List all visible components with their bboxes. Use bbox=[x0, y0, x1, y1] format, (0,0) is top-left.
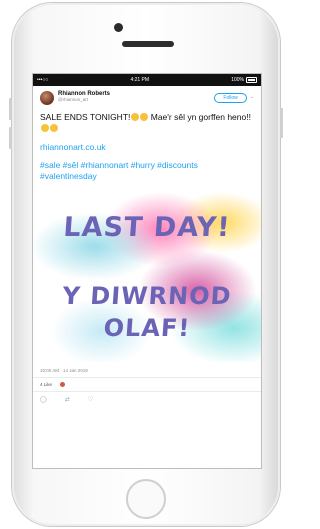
author[interactable]: Rhiannon Roberts @rhiannon_art bbox=[58, 91, 214, 103]
emoji-icon bbox=[50, 124, 58, 133]
tweet-image[interactable]: LAST DAY! Y DIWRNOD OLAF! bbox=[33, 192, 261, 363]
tweet-text-welsh: Mae'r sêl yn gorffen heno!! bbox=[148, 112, 251, 122]
emoji-icon bbox=[131, 113, 140, 121]
retweet-icon[interactable]: ⇄ bbox=[65, 396, 70, 403]
tweet-actions: ◯ ⇄ ♡ bbox=[40, 396, 254, 403]
volume-up-button bbox=[9, 98, 12, 120]
signal-indicator: •••○○ bbox=[37, 77, 49, 83]
earpiece-speaker bbox=[122, 41, 174, 47]
liker-avatar-icon bbox=[60, 382, 66, 388]
status-time: 4:21 PM bbox=[130, 77, 150, 83]
website-link[interactable]: rhiannonart.co.uk bbox=[40, 142, 254, 152]
divider bbox=[33, 377, 261, 379]
image-text-line1: LAST DAY! bbox=[62, 212, 232, 244]
volume-down-button bbox=[9, 127, 12, 149]
like-icon[interactable]: ♡ bbox=[88, 396, 93, 403]
divider bbox=[33, 391, 261, 393]
chevron-down-icon[interactable]: ⌄ bbox=[250, 94, 254, 100]
power-button bbox=[280, 108, 283, 138]
emoji-icon bbox=[41, 124, 49, 133]
tweet-header: Rhiannon Roberts @rhiannon_art Follow ⌄ bbox=[40, 91, 254, 105]
user-handle[interactable]: @rhiannon_art bbox=[58, 97, 214, 103]
avatar[interactable] bbox=[40, 91, 54, 105]
tweet-stats: 4 Like bbox=[40, 382, 254, 388]
battery-area: 100% bbox=[231, 77, 257, 83]
phone-frame: •••○○ 4:21 PM 100% Rhiannon Roberts @rhi… bbox=[9, 3, 283, 526]
reply-icon[interactable]: ◯ bbox=[40, 396, 47, 403]
tweet-timestamp: 10:00 AM · 14 Jan 2019 bbox=[40, 368, 88, 374]
tweet-text-main: SALE ENDS TONIGHT! bbox=[40, 112, 131, 122]
home-button[interactable] bbox=[126, 479, 166, 519]
status-bar: •••○○ 4:21 PM 100% bbox=[33, 74, 261, 86]
battery-icon bbox=[246, 77, 257, 83]
hashtags[interactable]: #sale #sêl #rhiannonart #hurry #discount… bbox=[40, 160, 254, 182]
tweet-text: SALE ENDS TONIGHT! Mae'r sêl yn gorffen … bbox=[40, 112, 254, 134]
image-text-line3: OLAF! bbox=[102, 314, 192, 343]
phone-screen: •••○○ 4:21 PM 100% Rhiannon Roberts @rhi… bbox=[32, 73, 262, 469]
front-camera bbox=[114, 23, 123, 32]
follow-button[interactable]: Follow bbox=[214, 93, 247, 103]
like-count[interactable]: 4 Like bbox=[40, 382, 52, 387]
image-text-line2: Y DIWRNOD bbox=[61, 282, 233, 311]
tweet: Rhiannon Roberts @rhiannon_art Follow ⌄ … bbox=[33, 86, 261, 403]
battery-percent: 100% bbox=[231, 77, 244, 83]
